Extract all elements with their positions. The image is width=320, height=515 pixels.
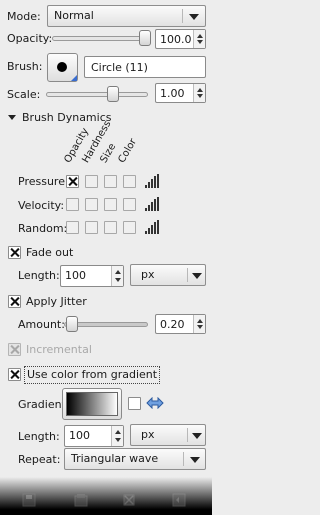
- random-curve-icon[interactable]: [145, 220, 161, 234]
- repeat-value: Triangular wave: [71, 452, 159, 465]
- brush-dynamics-title: Brush Dynamics: [22, 111, 112, 124]
- opacity-spinbutton[interactable]: 100.0: [155, 29, 206, 49]
- chevron-down-icon: [192, 433, 202, 439]
- fade-length-value: 100: [65, 269, 86, 282]
- velocity-color-checkbox[interactable]: [123, 198, 136, 211]
- fade-unit-select[interactable]: px: [130, 264, 206, 286]
- dynamics-col-size: Size: [98, 141, 119, 165]
- repeat-label: Repeat:: [18, 453, 61, 466]
- bottom-toolbar: [0, 477, 212, 515]
- repeat-select[interactable]: Triangular wave: [64, 448, 206, 470]
- fade-unit-value: px: [141, 268, 155, 281]
- mode-select[interactable]: Normal: [47, 5, 206, 27]
- scale-spinbutton[interactable]: 1.00: [155, 83, 206, 103]
- fade-unit-separator: [187, 268, 188, 282]
- jitter-spin-buttons[interactable]: [193, 315, 205, 333]
- gradient-length-label: Length:: [18, 430, 60, 443]
- pressure-size-checkbox[interactable]: [104, 175, 117, 188]
- brush-name-value: Circle (11): [91, 61, 148, 74]
- opacity-spin-buttons[interactable]: [193, 30, 205, 48]
- use-gradient-checkbox[interactable]: [8, 368, 21, 381]
- brush-name-field[interactable]: Circle (11): [84, 56, 206, 78]
- save-icon[interactable]: [22, 493, 36, 507]
- gradient-preview: [66, 392, 118, 416]
- velocity-opacity-checkbox[interactable]: [66, 198, 79, 211]
- expander-arrow-icon: [8, 115, 16, 120]
- repeat-select-separator: [183, 452, 184, 466]
- fade-length-spin-buttons[interactable]: [111, 266, 123, 286]
- gradient-reverse-checkbox[interactable]: [128, 397, 141, 410]
- chevron-down-icon: [190, 457, 200, 463]
- brush-preview-button[interactable]: [47, 53, 78, 82]
- pressure-label: Pressure:: [18, 175, 69, 188]
- velocity-hardness-checkbox[interactable]: [85, 198, 98, 211]
- jitter-slider-thumb[interactable]: [66, 316, 78, 332]
- gradient-unit-value: px: [141, 428, 155, 441]
- random-color-checkbox[interactable]: [123, 221, 136, 234]
- pressure-color-checkbox[interactable]: [123, 175, 136, 188]
- velocity-curve-icon[interactable]: [145, 197, 161, 211]
- reset-icon[interactable]: [172, 493, 186, 507]
- gradient-preview-button[interactable]: [62, 388, 122, 420]
- chevron-down-icon: [192, 273, 202, 279]
- jitter-amount-spinbutton[interactable]: 0.20: [155, 314, 206, 334]
- brush-label: Brush:: [7, 60, 43, 73]
- random-hardness-checkbox[interactable]: [85, 221, 98, 234]
- scale-spin-buttons[interactable]: [193, 84, 205, 102]
- velocity-label: Velocity:: [18, 199, 65, 212]
- swap-arrows-icon: [146, 397, 164, 409]
- opacity-slider-track[interactable]: [52, 36, 148, 41]
- random-label: Random:: [18, 222, 68, 235]
- apply-jitter-label[interactable]: Apply Jitter: [26, 295, 87, 309]
- opacity-value: 100.0: [160, 33, 192, 46]
- mode-value: Normal: [54, 9, 94, 22]
- pressure-opacity-checkbox[interactable]: [66, 175, 79, 188]
- scale-label: Scale:: [7, 88, 41, 101]
- apply-jitter-checkbox[interactable]: [8, 295, 21, 308]
- fade-length-spinbutton[interactable]: 100: [60, 265, 124, 287]
- opacity-slider-thumb[interactable]: [139, 30, 151, 46]
- fade-out-checkbox[interactable]: [8, 246, 21, 259]
- dynamics-col-color: Color: [116, 136, 140, 165]
- fade-length-label: Length:: [18, 269, 60, 282]
- gradient-unit-select[interactable]: px: [130, 424, 206, 446]
- fade-out-label[interactable]: Fade out: [26, 246, 73, 260]
- chevron-down-icon: [189, 14, 199, 20]
- brush-dynamics-expander[interactable]: Brush Dynamics: [8, 111, 148, 125]
- scale-slider-thumb[interactable]: [107, 86, 119, 102]
- mode-label: Mode:: [7, 10, 41, 23]
- gradient-unit-separator: [187, 428, 188, 442]
- jitter-amount-label: Amount:: [18, 318, 65, 331]
- pressure-curve-icon[interactable]: [145, 174, 161, 188]
- gradient-length-spinbutton[interactable]: 100: [64, 425, 124, 447]
- jitter-amount-value: 0.20: [160, 318, 185, 331]
- pressure-hardness-checkbox[interactable]: [85, 175, 98, 188]
- restore-icon[interactable]: [74, 493, 88, 507]
- use-gradient-label[interactable]: Use color from gradient: [24, 366, 161, 384]
- gradient-length-spin-buttons[interactable]: [111, 426, 123, 446]
- random-opacity-checkbox[interactable]: [66, 221, 79, 234]
- scale-value: 1.00: [160, 87, 185, 100]
- scale-slider-track[interactable]: [46, 92, 148, 97]
- incremental-label: Incremental: [26, 343, 92, 356]
- mode-select-separator: [182, 9, 183, 23]
- delete-icon[interactable]: [122, 493, 136, 507]
- incremental-checkbox[interactable]: [8, 343, 21, 356]
- gradient-length-value: 100: [69, 429, 90, 442]
- random-size-checkbox[interactable]: [104, 221, 117, 234]
- velocity-size-checkbox[interactable]: [104, 198, 117, 211]
- opacity-label: Opacity:: [7, 32, 53, 45]
